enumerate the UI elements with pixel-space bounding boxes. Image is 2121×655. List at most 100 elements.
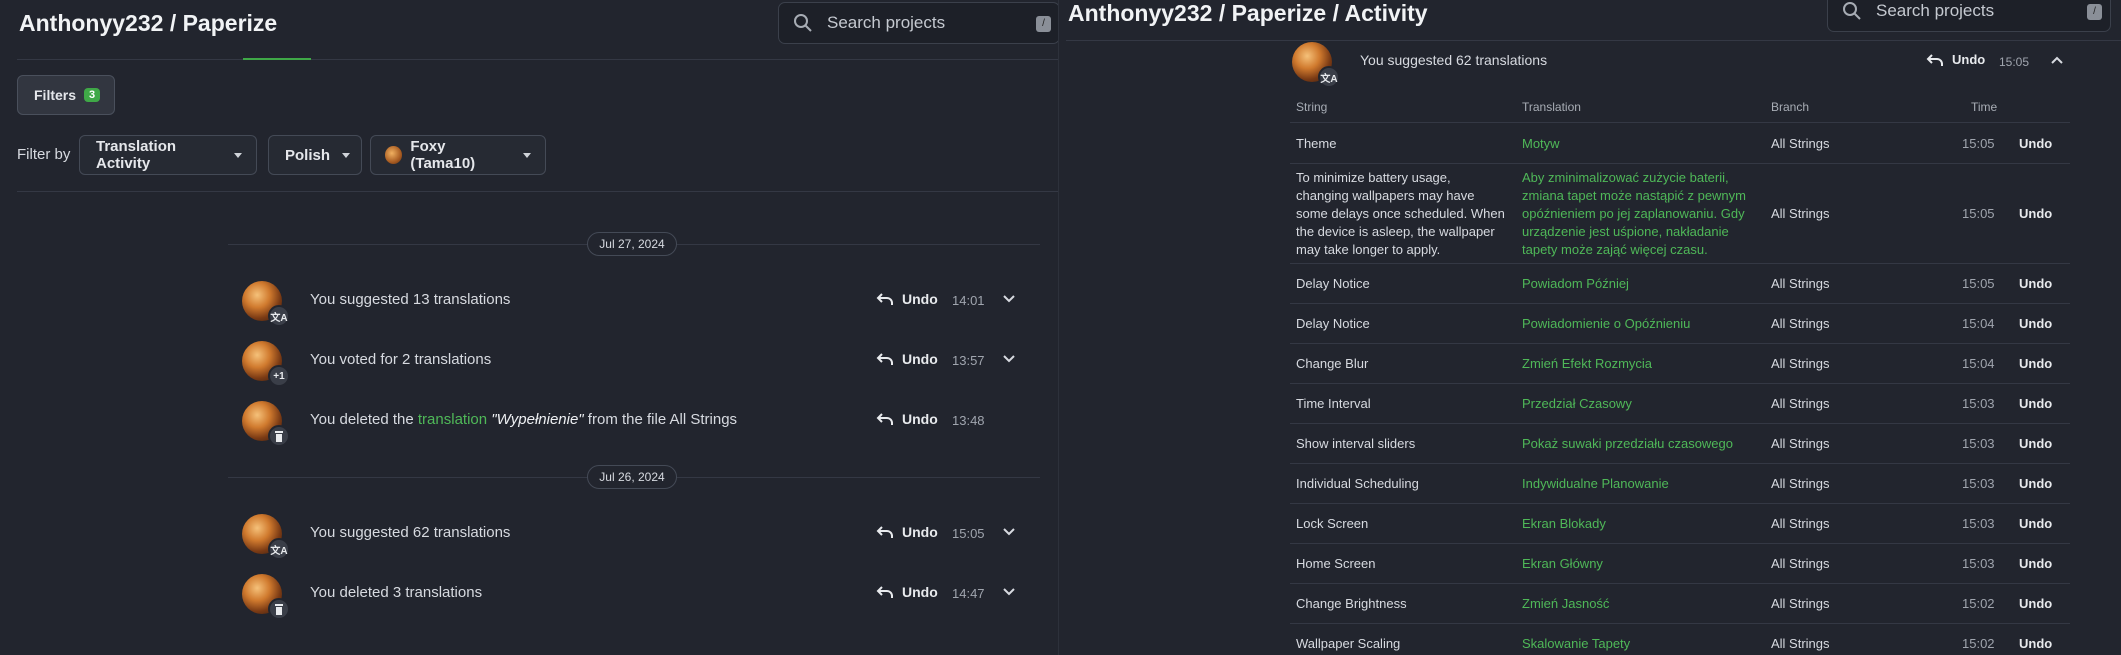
search-input[interactable]: Search projects [1876,1,1994,21]
undo-button[interactable]: Undo [2019,595,2052,613]
undo-button[interactable]: Undo [2019,275,2052,293]
time-cell: 15:03 [1962,396,1995,411]
time-cell: 15:05 [1962,135,1995,151]
page-title[interactable]: Anthonyy232 / Paperize [19,10,277,37]
activity-text: You suggested 62 translations [1360,52,1548,68]
translation-cell[interactable]: Indywidualne Planowanie [1522,475,1752,493]
undo-button[interactable]: Undo [2019,395,2052,413]
translation-cell[interactable]: Powiadomienie o Opóźnieniu [1522,315,1752,333]
time-cell: 15:05 [1962,206,1995,221]
undo-label: Undo [902,524,938,540]
translation-cell[interactable]: Pokaż suwaki przedziału czasowego [1522,435,1752,453]
string-cell: Theme [1296,135,1337,151]
translation-cell[interactable]: Powiadom Później [1522,275,1752,293]
avatar: +1 [242,341,290,387]
activity-time: 14:47 [952,586,985,601]
activity-time: 15:05 [1999,55,2030,69]
chevron-down-icon[interactable] [1003,355,1015,363]
chevron-up-icon[interactable] [2051,56,2063,64]
undo-icon [876,353,893,365]
translation-cell[interactable]: Aby zminimalizować zużycie baterii, zmia… [1522,169,1752,259]
translation-cell[interactable]: Ekran Główny [1522,555,1752,573]
undo-button[interactable]: Undo [2019,355,2052,373]
string-cell: Wallpaper Scaling [1296,636,1401,651]
chevron-down-icon[interactable] [1003,528,1015,536]
undo-button[interactable]: Undo [876,351,938,367]
avatar: 文A [242,281,290,327]
filters-count-badge: 3 [84,88,101,102]
activity-text: You voted for 2 translations [310,351,492,368]
undo-button[interactable]: Undo [2019,635,2052,653]
date-label: Jul 27, 2024 [587,232,677,256]
undo-button[interactable]: Undo [876,524,938,540]
dropdown-label: Foxy (Tama10) [410,138,476,172]
table-row: Individual Scheduling Indywidualne Planow… [1290,463,2070,503]
search-box[interactable]: Search projects / [1827,0,2111,32]
translation-cell[interactable]: Motyw [1522,135,1752,153]
chevron-down-icon [523,152,531,158]
translation-cell[interactable]: Zmień Jasność [1522,595,1752,613]
table-row: Change Brightness Zmień Jasność All String… [1290,583,2070,623]
branch-cell: All Strings [1771,476,1830,491]
search-input[interactable]: Search projects [827,13,945,33]
table-row: Time Interval Przedział Czasowy All String… [1290,383,2070,423]
translation-cell[interactable]: Ekran Blokady [1522,515,1752,533]
undo-icon [876,526,893,538]
branch-cell: All Strings [1771,206,1830,221]
chevron-down-icon[interactable] [1003,295,1015,303]
undo-button[interactable]: Undo [2019,555,2052,573]
string-cell: Individual Scheduling [1296,476,1419,491]
translation-link[interactable]: translation [418,411,487,428]
search-icon [1843,2,1861,20]
user-dropdown[interactable]: Foxy (Tama10) [370,135,546,175]
time-cell: 15:03 [1962,556,1995,571]
undo-label: Undo [902,291,938,307]
shortcut-hint: / [2087,4,2102,20]
undo-button[interactable]: Undo [876,411,938,427]
activity-text: You suggested 13 translations [310,291,511,308]
activity-type-dropdown[interactable]: Translation Activity [79,135,257,175]
dropdown-label: Polish [285,146,331,164]
translation-cell[interactable]: Zmień Efekt Rozmycia [1522,355,1752,373]
dropdown-label: Translation Activity [96,138,177,172]
undo-button[interactable]: Undo [2019,475,2052,493]
undo-button[interactable]: Undo [2019,435,2052,453]
undo-button[interactable]: Undo [876,584,938,600]
undo-button[interactable]: Undo [2019,205,2052,223]
page-title[interactable]: Anthonyy232 / Paperize / Activity [1068,0,1428,27]
branch-cell: All Strings [1771,636,1830,651]
header-divider [17,59,1058,60]
undo-button[interactable]: Undo [1926,52,1985,67]
undo-button[interactable]: Undo [2019,315,2052,333]
translation-cell[interactable]: Przedział Czasowy [1522,395,1752,413]
user-avatar-icon [385,146,403,164]
undo-button[interactable]: Undo [2019,515,2052,533]
search-box[interactable]: Search projects / [778,2,1058,44]
language-dropdown[interactable]: Polish [268,135,362,175]
undo-label: Undo [902,584,938,600]
active-tab-indicator [243,58,311,60]
avatar [242,401,290,447]
filters-label: Filters [34,87,77,103]
activity-time: 13:48 [952,413,985,428]
undo-button[interactable]: Undo [2019,135,2052,153]
filters-button[interactable]: Filters 3 [17,75,115,115]
time-cell: 15:04 [1962,316,1995,331]
undo-label: Undo [902,351,938,367]
table-row: Change Blur Zmień Efekt Rozmycia All Strin… [1290,343,2070,383]
undo-icon [876,586,893,598]
chevron-down-icon[interactable] [1003,588,1015,596]
translation-quote: "Wypełnienie" [487,411,584,428]
string-cell: Home Screen [1296,556,1376,571]
activity-time: 14:01 [952,293,985,308]
column-header-time: Time [1971,100,1998,114]
undo-button[interactable]: Undo [876,291,938,307]
undo-icon [1926,53,1943,66]
string-cell: To minimize battery usage, changing wall… [1296,170,1505,257]
activity-text: You deleted 3 translations [310,584,483,601]
undo-icon [876,293,893,305]
undo-label: Undo [902,411,938,427]
trash-icon [268,425,290,447]
project-activity-panel: Anthonyy232 / Paperize Search projects /… [0,0,1058,655]
translation-cell[interactable]: Skalowanie Tapety [1522,635,1752,653]
